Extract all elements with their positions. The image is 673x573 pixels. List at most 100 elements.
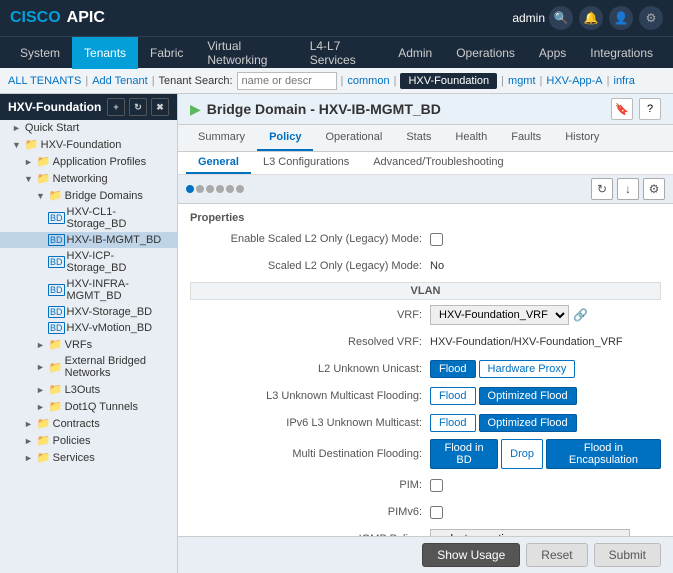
- nav-admin[interactable]: Admin: [386, 37, 444, 69]
- obj-icon: BD: [48, 256, 65, 268]
- tree-hxv-icp-storage[interactable]: BD HXV-ICP-Storage_BD: [0, 248, 177, 276]
- l3-optimized-flood-btn[interactable]: Optimized Flood: [479, 387, 577, 405]
- tree-hxv-cl1-storage[interactable]: BD HXV-CL1-Storage_BD: [0, 204, 177, 232]
- nav-operations[interactable]: Operations: [444, 37, 527, 69]
- tree-quick-start[interactable]: ► Quick Start: [0, 120, 177, 136]
- shield-icon: ▶: [190, 101, 201, 118]
- nav-fabric[interactable]: Fabric: [138, 37, 195, 69]
- header-icons: 🔖 ?: [611, 98, 661, 120]
- tab-faults[interactable]: Faults: [499, 125, 553, 151]
- sidebar-icon-1[interactable]: +: [107, 98, 125, 116]
- l3-unknown-multicast-label: L3 Unknown Multicast Flooding:: [190, 390, 430, 402]
- user-icon-btn[interactable]: 👤: [609, 6, 633, 30]
- tenant-search-input[interactable]: [237, 72, 337, 90]
- settings-btn[interactable]: ⚙: [643, 178, 665, 200]
- nav-virtual-networking[interactable]: Virtual Networking: [195, 37, 297, 69]
- hxv-foundation-tenant-active[interactable]: HXV-Foundation: [400, 73, 497, 89]
- vrf-control: HXV-Foundation_VRF 🔗: [430, 305, 588, 325]
- nav-integrations[interactable]: Integrations: [578, 37, 665, 69]
- ipv6-optimized-flood-btn[interactable]: Optimized Flood: [479, 414, 577, 432]
- multi-drop-btn[interactable]: Drop: [501, 439, 543, 469]
- nav-system[interactable]: System: [8, 37, 72, 69]
- tree-app-profiles[interactable]: ► 📁 Application Profiles: [0, 153, 177, 170]
- tab-health[interactable]: Health: [443, 125, 499, 151]
- add-tenant-link[interactable]: Add Tenant: [92, 75, 147, 87]
- tree-external-bridged[interactable]: ► 📁 External Bridged Networks: [0, 353, 177, 381]
- tree-hxv-foundation[interactable]: ▼ 📁 HXV-Foundation: [0, 136, 177, 153]
- pim-label: PIM:: [190, 479, 430, 491]
- tree-l3outs[interactable]: ► 📁 L3Outs: [0, 381, 177, 398]
- tree-dot1q[interactable]: ► 📁 Dot1Q Tunnels: [0, 398, 177, 415]
- l2-flood-btn[interactable]: Flood: [430, 360, 476, 378]
- l2-unknown-unicast-label: L2 Unknown Unicast:: [190, 363, 430, 375]
- tree-hxv-vmotion[interactable]: BD HXV-vMotion_BD: [0, 320, 177, 336]
- tree-contracts[interactable]: ► 📁 Contracts: [0, 415, 177, 432]
- search-top-btn[interactable]: 🔍: [549, 6, 573, 30]
- sidebar-header: HXV-Foundation + ↻ ✖: [0, 94, 177, 120]
- tab-stats[interactable]: Stats: [394, 125, 443, 151]
- pimv6-checkbox[interactable]: [430, 506, 443, 519]
- sub-tab-general[interactable]: General: [186, 152, 251, 174]
- pim-checkbox[interactable]: [430, 479, 443, 492]
- bell-icon-btn[interactable]: 🔔: [579, 6, 603, 30]
- tree-arrow-icon: ►: [36, 402, 45, 412]
- tree-label: Networking: [53, 173, 108, 185]
- pimv6-row: PIMv6:: [190, 501, 661, 523]
- mgmt-tenant-link[interactable]: mgmt: [508, 75, 536, 87]
- show-usage-btn[interactable]: Show Usage: [422, 543, 520, 567]
- vrf-label: VRF:: [190, 309, 430, 321]
- nav-tenants[interactable]: Tenants: [72, 37, 138, 69]
- submit-btn[interactable]: Submit: [594, 543, 661, 567]
- tree-vrfs[interactable]: ► 📁 VRFs: [0, 336, 177, 353]
- gear-icon-btn[interactable]: ⚙: [639, 6, 663, 30]
- tab-operational[interactable]: Operational: [313, 125, 394, 151]
- folder-icon: 📁: [49, 361, 63, 374]
- tree-hxv-infra-mgmt[interactable]: BD HXV-INFRA-MGMT_BD: [0, 276, 177, 304]
- nav-l4l7[interactable]: L4-L7 Services: [298, 37, 387, 69]
- tree-networking[interactable]: ▼ 📁 Networking: [0, 170, 177, 187]
- l2-hardware-proxy-btn[interactable]: Hardware Proxy: [479, 360, 576, 378]
- refresh-btn[interactable]: ↻: [591, 178, 613, 200]
- tab-summary[interactable]: Summary: [186, 125, 257, 151]
- sub-tab-l3[interactable]: L3 Configurations: [251, 152, 361, 174]
- bookmark-btn[interactable]: 🔖: [611, 98, 633, 120]
- sidebar-icon-3[interactable]: ✖: [151, 98, 169, 116]
- vrf-link-icon[interactable]: 🔗: [573, 308, 588, 322]
- all-tenants-link[interactable]: ALL TENANTS: [8, 75, 81, 87]
- tab-policy[interactable]: Policy: [257, 125, 313, 151]
- multi-flood-encap-btn[interactable]: Flood in Encapsulation: [546, 439, 661, 469]
- scaled-l2-value: No: [430, 260, 444, 272]
- download-btn[interactable]: ↓: [617, 178, 639, 200]
- sidebar-icon-2[interactable]: ↻: [129, 98, 147, 116]
- reset-btn[interactable]: Reset: [526, 543, 587, 567]
- vrf-select[interactable]: HXV-Foundation_VRF: [430, 305, 569, 325]
- nav-apps[interactable]: Apps: [527, 37, 578, 69]
- enable-scaled-l2-label: Enable Scaled L2 Only (Legacy) Mode:: [190, 233, 430, 245]
- multi-flood-bd-btn[interactable]: Flood in BD: [430, 439, 498, 469]
- pimv6-label: PIMv6:: [190, 506, 430, 518]
- l3-flood-btn[interactable]: Flood: [430, 387, 476, 405]
- infra-tenant-link[interactable]: infra: [614, 75, 635, 87]
- help-btn[interactable]: ?: [639, 98, 661, 120]
- top-icons: 🔍 🔔 👤 ⚙: [549, 6, 663, 30]
- folder-icon: 📁: [37, 172, 51, 185]
- tab-history[interactable]: History: [553, 125, 611, 151]
- tree-hxv-ib-mgmt[interactable]: BD HXV-IB-MGMT_BD: [0, 232, 177, 248]
- tree-label: VRFs: [65, 339, 93, 351]
- hxv-app-a-tenant-link[interactable]: HXV-App-A: [546, 75, 602, 87]
- nav-arrows: [186, 185, 244, 193]
- ipv6-flood-btn[interactable]: Flood: [430, 414, 476, 432]
- obj-icon: BD: [48, 284, 65, 296]
- tree-hxv-storage[interactable]: BD HXV-Storage_BD: [0, 304, 177, 320]
- folder-icon: 📁: [49, 338, 63, 351]
- enable-scaled-l2-checkbox[interactable]: [430, 233, 443, 246]
- common-tenant-link[interactable]: common: [347, 75, 389, 87]
- igmp-policy-select[interactable]: select an option: [430, 529, 630, 536]
- tree-services[interactable]: ► 📁 Services: [0, 449, 177, 466]
- sub-tab-advanced[interactable]: Advanced/Troubleshooting: [361, 152, 515, 174]
- tree-policies[interactable]: ► 📁 Policies: [0, 432, 177, 449]
- obj-icon: BD: [48, 306, 65, 318]
- properties-label: Properties: [190, 212, 661, 224]
- tree-arrow-icon: ▼: [36, 191, 45, 201]
- tree-bridge-domains[interactable]: ▼ 📁 Bridge Domains: [0, 187, 177, 204]
